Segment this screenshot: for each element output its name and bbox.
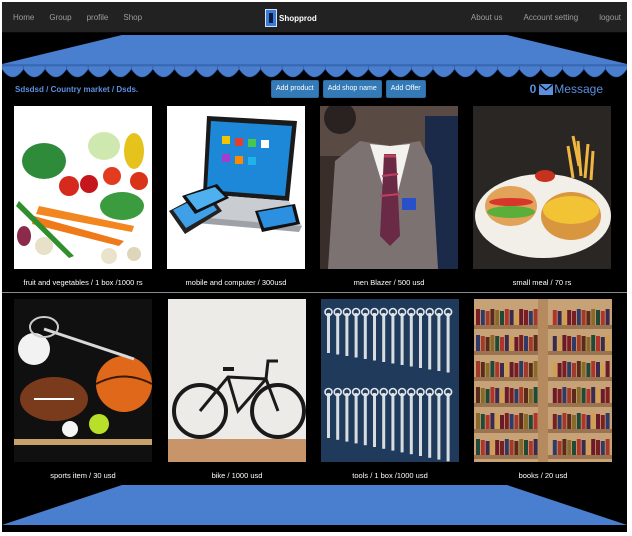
- nav-logout-link[interactable]: logout: [599, 13, 621, 22]
- bottom-awning: [2, 485, 627, 525]
- product-caption: tools / 1 box /1000 usd: [352, 471, 428, 480]
- envelope-icon: [539, 83, 554, 95]
- product-caption: bike / 1000 usd: [211, 471, 263, 480]
- product-caption: sports item / 30 usd: [50, 471, 116, 480]
- product-caption: books / 20 usd: [518, 471, 568, 480]
- blazer-suit-photo: [320, 102, 458, 269]
- nav-profile-link[interactable]: profile: [87, 13, 109, 22]
- product-card[interactable]: men Blazer / 500 usd: [320, 102, 458, 287]
- brand-logo[interactable]: Shopprod: [265, 8, 317, 28]
- nav-group-link[interactable]: Group: [49, 13, 71, 22]
- product-caption: small meal / 70 rs: [512, 278, 572, 287]
- product-caption: men Blazer / 500 usd: [353, 278, 425, 287]
- product-card[interactable]: small meal / 70 rs: [473, 106, 611, 287]
- add-offer-button[interactable]: Add Offer: [385, 80, 426, 98]
- product-card[interactable]: bike / 1000 usd: [168, 299, 306, 480]
- laptop-phones-photo: [167, 106, 305, 269]
- page-frame: Home Group profile Shop Shopprod About u…: [2, 2, 627, 532]
- add-shop-name-button[interactable]: Add shop name: [322, 80, 382, 98]
- bookshelf-photo: [474, 299, 612, 462]
- shop-awning: [2, 35, 627, 78]
- nav-about-link[interactable]: About us: [471, 13, 503, 22]
- burger-fries-photo: [473, 106, 611, 269]
- nav-left: Home Group profile Shop: [13, 2, 157, 32]
- shop-actions: Add product Add shop name Add Offer: [271, 80, 426, 98]
- product-caption: mobile and computer / 300usd: [185, 278, 287, 287]
- brand-name: Shopprod: [279, 13, 317, 23]
- product-caption: fruit and vegetables / 1 box /1000 rs: [23, 278, 143, 287]
- shop-logo-icon: [265, 9, 277, 27]
- product-row: fruit and vegetables / 1 box /1000 rs mo…: [2, 102, 627, 292]
- sports-balls-photo: [14, 299, 153, 462]
- nav-home-link[interactable]: Home: [13, 13, 34, 22]
- product-row: sports item / 30 usd bike / 1000 usd too…: [2, 293, 627, 483]
- product-card[interactable]: sports item / 30 usd: [14, 299, 153, 480]
- nav-account-link[interactable]: Account setting: [524, 13, 579, 22]
- nav-shop-link[interactable]: Shop: [123, 13, 142, 22]
- product-card[interactable]: mobile and computer / 300usd: [167, 106, 305, 287]
- navbar: Home Group profile Shop Shopprod About u…: [2, 2, 627, 33]
- nav-right: About us Account setting logout: [450, 2, 621, 32]
- wrenches-photo: [321, 299, 459, 462]
- product-card[interactable]: books / 20 usd: [474, 299, 612, 480]
- message-label: Message: [554, 82, 603, 96]
- message-count: 0: [529, 82, 537, 96]
- breadcrumb: Sdsdsd / Country market / Dsds.: [15, 85, 139, 94]
- product-card[interactable]: tools / 1 box /1000 usd: [321, 299, 459, 480]
- product-card[interactable]: fruit and vegetables / 1 box /1000 rs: [14, 106, 152, 287]
- add-product-button[interactable]: Add product: [271, 80, 319, 98]
- message-link[interactable]: 0 Message: [530, 82, 603, 96]
- bicycle-photo: [168, 299, 306, 462]
- vegetables-photo: [14, 106, 152, 269]
